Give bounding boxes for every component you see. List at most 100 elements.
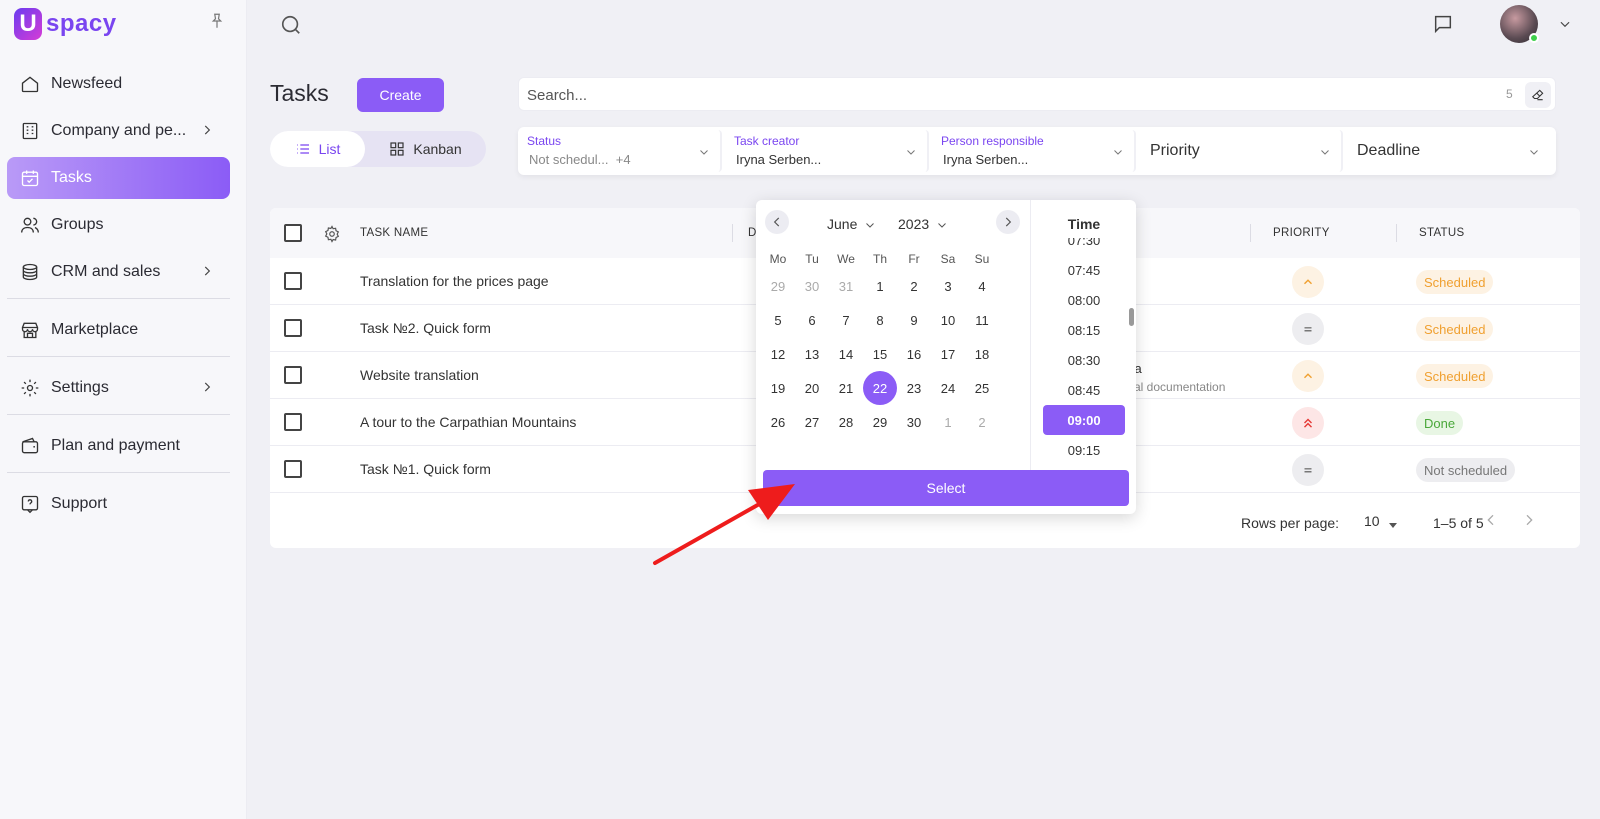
column-status[interactable]: STATUS: [1419, 227, 1464, 239]
next-page-icon[interactable]: [1521, 512, 1537, 528]
select-all-checkbox[interactable]: [284, 224, 302, 242]
calendar-day[interactable]: 1: [931, 405, 965, 439]
calendar-day[interactable]: 20: [795, 371, 829, 405]
deadline-filter[interactable]: Deadline: [1350, 130, 1550, 172]
calendar-day[interactable]: 14: [829, 337, 863, 371]
row-checkbox[interactable]: [284, 272, 302, 290]
calendar-day[interactable]: 23: [897, 371, 931, 405]
time-scrollbar[interactable]: [1129, 308, 1134, 326]
clear-search-button[interactable]: [1525, 82, 1551, 108]
tab-list[interactable]: List: [270, 131, 365, 167]
task-name[interactable]: A tour to the Carpathian Mountains: [360, 414, 576, 430]
calendar-day[interactable]: 17: [931, 337, 965, 371]
status-filter[interactable]: Status Not schedul... +4: [522, 130, 722, 172]
time-option[interactable]: 08:15: [1043, 315, 1125, 345]
gear-icon[interactable]: [323, 225, 341, 243]
calendar-day[interactable]: 7: [829, 303, 863, 337]
priority-filter[interactable]: Priority: [1143, 130, 1343, 172]
caret-down-icon[interactable]: [1388, 517, 1398, 528]
year-select[interactable]: 2023: [898, 216, 948, 232]
time-option[interactable]: 08:30: [1043, 345, 1125, 375]
calendar-day[interactable]: 18: [965, 337, 999, 371]
task-name[interactable]: Task №1. Quick form: [360, 461, 491, 477]
calendar-day[interactable]: 21: [829, 371, 863, 405]
weekday-label: Mo: [769, 252, 787, 266]
sidebar-item-support[interactable]: Support: [7, 483, 230, 525]
wallet-icon: [19, 435, 41, 457]
time-option[interactable]: 08:00: [1043, 285, 1125, 315]
sidebar-item-company[interactable]: Company and pe...: [7, 110, 230, 152]
sidebar-item-crm[interactable]: CRM and sales: [7, 251, 230, 293]
calendar-day[interactable]: 3: [931, 269, 965, 303]
calendar-day[interactable]: 11: [965, 303, 999, 337]
task-creator-filter[interactable]: Task creator Iryna Serben...: [729, 130, 929, 172]
calendar-day[interactable]: 9: [897, 303, 931, 337]
calendar-day[interactable]: 5: [761, 303, 795, 337]
calendar-day[interactable]: 4: [965, 269, 999, 303]
calendar-day[interactable]: 30: [795, 269, 829, 303]
time-list[interactable]: 07:30 07:45 08:00 08:15 08:30 08:45 09:00 09:15: [1031, 238, 1137, 468]
sidebar-item-groups[interactable]: Groups: [7, 204, 230, 246]
task-name[interactable]: Translation for the prices page: [360, 273, 549, 289]
sidebar-item-settings[interactable]: Settings: [7, 367, 230, 409]
calendar-day[interactable]: 24: [931, 371, 965, 405]
month-select[interactable]: June: [827, 216, 876, 232]
sidebar-item-tasks[interactable]: Tasks: [7, 157, 230, 199]
calendar-day[interactable]: 29: [863, 405, 897, 439]
rows-per-page-select[interactable]: 10: [1364, 513, 1380, 529]
chat-icon[interactable]: [1432, 13, 1454, 35]
calendar-day[interactable]: 8: [863, 303, 897, 337]
calendar-day[interactable]: 26: [761, 405, 795, 439]
calendar-day[interactable]: 2: [897, 269, 931, 303]
calendar-day[interactable]: 1: [863, 269, 897, 303]
search-input[interactable]: [527, 84, 1447, 106]
calendar-day[interactable]: 28: [829, 405, 863, 439]
calendar-day[interactable]: 19: [761, 371, 795, 405]
calendar-day[interactable]: 30: [897, 405, 931, 439]
row-checkbox[interactable]: [284, 460, 302, 478]
time-option[interactable]: 09:15: [1043, 435, 1125, 465]
column-task-name[interactable]: TASK NAME: [360, 227, 428, 239]
next-month-button[interactable]: [996, 210, 1020, 234]
prev-month-button[interactable]: [765, 210, 789, 234]
pin-icon[interactable]: [208, 12, 226, 30]
calendar-day[interactable]: 27: [795, 405, 829, 439]
row-checkbox[interactable]: [284, 413, 302, 431]
time-option[interactable]: 08:45: [1043, 375, 1125, 405]
time-option[interactable]: 07:30: [1043, 238, 1125, 255]
search-icon[interactable]: [280, 14, 302, 36]
calendar-day[interactable]: 25: [965, 371, 999, 405]
calendar-day[interactable]: 10: [931, 303, 965, 337]
calendar-day[interactable]: 15: [863, 337, 897, 371]
responsible-filter[interactable]: Person responsible Iryna Serben...: [936, 130, 1136, 172]
search-box: 5: [518, 77, 1556, 111]
calendar-day[interactable]: 13: [795, 337, 829, 371]
prev-page-icon[interactable]: [1483, 512, 1499, 528]
sidebar-item-plan[interactable]: Plan and payment: [7, 425, 230, 467]
task-name[interactable]: Website translation: [360, 367, 479, 383]
calendar-day[interactable]: 12: [761, 337, 795, 371]
coins-icon: [19, 261, 41, 283]
task-name[interactable]: Task №2. Quick form: [360, 320, 491, 336]
tab-kanban[interactable]: Kanban: [365, 131, 486, 167]
status-badge: Scheduled: [1416, 317, 1494, 341]
time-option[interactable]: 09:00: [1043, 405, 1125, 435]
row-checkbox[interactable]: [284, 366, 302, 384]
time-option[interactable]: 07:45: [1043, 255, 1125, 285]
column-priority[interactable]: PRIORITY: [1273, 227, 1330, 239]
calendar-day[interactable]: 16: [897, 337, 931, 371]
calendar-day[interactable]: 6: [795, 303, 829, 337]
chevron-down-icon[interactable]: [1558, 17, 1572, 31]
sidebar: U spacy Newsfeed Company and pe... Tasks…: [0, 0, 247, 819]
select-button[interactable]: Select: [763, 470, 1129, 506]
calendar-day[interactable]: 2: [965, 405, 999, 439]
calendar-day[interactable]: 31: [829, 269, 863, 303]
calendar-day[interactable]: 29: [761, 269, 795, 303]
create-button[interactable]: Create: [357, 78, 444, 112]
calendar-day[interactable]: 22: [863, 371, 897, 405]
sidebar-item-marketplace[interactable]: Marketplace: [7, 309, 230, 351]
row-checkbox[interactable]: [284, 319, 302, 337]
rows-per-page-label: Rows per page:: [1241, 515, 1340, 531]
sidebar-item-newsfeed[interactable]: Newsfeed: [7, 63, 230, 105]
logo[interactable]: U spacy: [14, 8, 117, 40]
